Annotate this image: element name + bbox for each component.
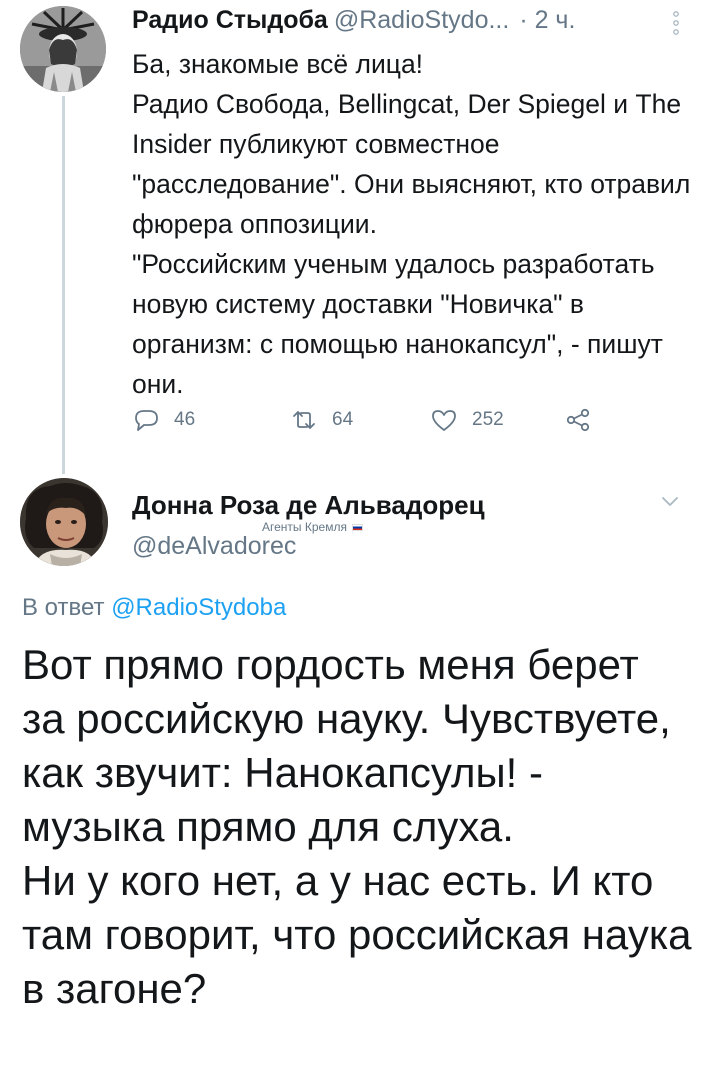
- author-name[interactable]: Радио Стыдоба: [132, 6, 328, 34]
- tweet1-text: Ба, знакомые всё лица! Радио Свобода, Be…: [132, 49, 691, 399]
- chevron-down-icon[interactable]: [660, 494, 680, 508]
- share-icon: [566, 408, 590, 432]
- avatar-radio-stydoba[interactable]: [20, 6, 106, 92]
- heart-icon: [432, 410, 456, 431]
- speech-bubble-icon: [135, 410, 158, 431]
- portrait-avatar-icon: [20, 478, 108, 566]
- avatar-deAlvadorec[interactable]: [20, 478, 108, 566]
- retweet-icon: [293, 411, 315, 429]
- tweet1-header: Радио Стыдоба @RadioStydo... · 2 ч.: [132, 6, 575, 35]
- thread-line: [62, 96, 65, 474]
- tweet2-text: Вот прямо гордость меня берет за российс…: [22, 641, 692, 1012]
- statue-of-liberty-avatar-icon: [20, 6, 106, 92]
- reply-prefix: В ответ: [22, 594, 105, 621]
- share-button[interactable]: [564, 406, 606, 434]
- reply-count: 46: [174, 409, 196, 430]
- author-handle[interactable]: @RadioStydo...: [334, 6, 509, 34]
- reply-context: В ответ @RadioStydoba: [22, 594, 286, 622]
- reply-button[interactable]: 46: [132, 406, 195, 434]
- russian-flag-icon: [351, 523, 363, 531]
- reply-mention-link[interactable]: @RadioStydoba: [111, 594, 286, 621]
- like-button[interactable]: 252: [430, 406, 504, 434]
- author-name[interactable]: Донна Роза де Альвадорец: [132, 490, 485, 521]
- tweet-timestamp[interactable]: · 2 ч.: [519, 6, 575, 34]
- retweet-count: 64: [332, 409, 354, 430]
- retweet-button[interactable]: 64: [290, 406, 353, 434]
- tweet1-actions: 46 64 252: [132, 406, 672, 442]
- like-count: 252: [472, 409, 504, 430]
- author-handle[interactable]: @deAlvadorec: [132, 532, 296, 561]
- vertical-dots-icon[interactable]: [672, 10, 680, 36]
